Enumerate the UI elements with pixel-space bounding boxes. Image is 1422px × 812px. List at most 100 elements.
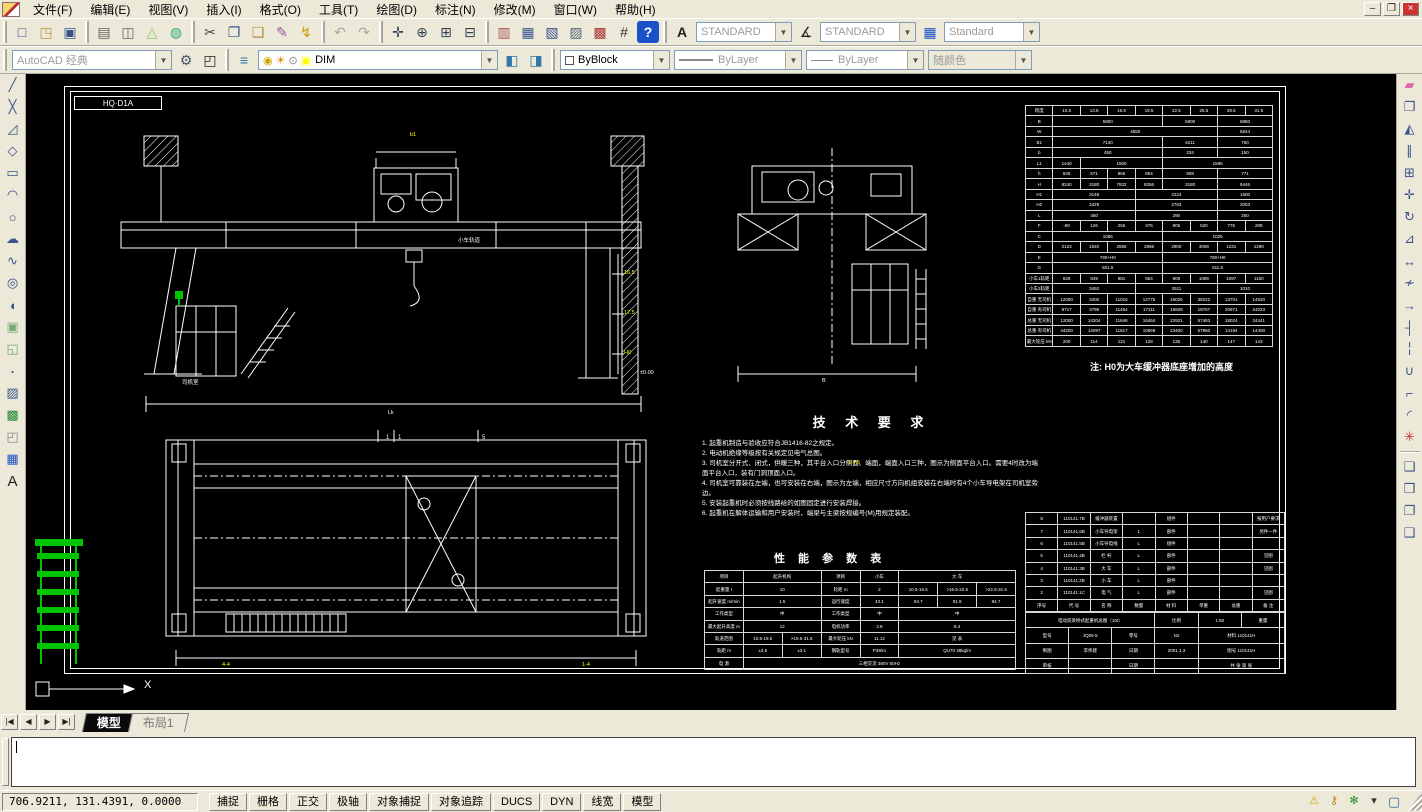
menu-insert[interactable]: 插入(I) bbox=[197, 0, 250, 19]
tab-nav-first[interactable]: |◀ bbox=[1, 714, 18, 730]
join-icon[interactable]: ∪ bbox=[1399, 360, 1421, 382]
otrack-toggle[interactable]: 对象追踪 bbox=[431, 793, 491, 811]
explode-icon[interactable]: ✳ bbox=[1399, 426, 1421, 448]
table-style-combo[interactable]: Standard▼ bbox=[944, 22, 1040, 42]
chevron-down-icon[interactable]: ▼ bbox=[907, 51, 923, 69]
chevron-down-icon[interactable]: ▼ bbox=[155, 51, 171, 69]
polar-toggle[interactable]: 极轴 bbox=[329, 793, 367, 811]
toolbar-grip[interactable] bbox=[225, 49, 229, 71]
menu-modify[interactable]: 修改(M) bbox=[485, 0, 545, 19]
pan-icon[interactable]: ✛ bbox=[387, 21, 409, 43]
polygon-icon[interactable]: ◇ bbox=[2, 140, 24, 162]
lock-icon[interactable]: ⚷ bbox=[1325, 794, 1343, 810]
tab-nav-last[interactable]: ▶| bbox=[58, 714, 75, 730]
trim-icon[interactable]: ≁ bbox=[1399, 272, 1421, 294]
annotation-visibility-icon[interactable]: ⚠ bbox=[1305, 794, 1323, 810]
extend-icon[interactable]: → bbox=[1399, 294, 1421, 316]
grid-toggle[interactable]: 栅格 bbox=[249, 793, 287, 811]
zoom-realtime-icon[interactable]: ⊕ bbox=[411, 21, 433, 43]
array-icon[interactable]: ⊞ bbox=[1399, 162, 1421, 184]
table-icon[interactable]: ▦ bbox=[2, 448, 24, 470]
menu-view[interactable]: 视图(V) bbox=[139, 0, 197, 19]
send-under-objects-icon[interactable]: ❑ bbox=[1399, 522, 1421, 544]
layer-lock-icon[interactable]: ⊙ bbox=[288, 54, 297, 67]
toolbar-grip[interactable] bbox=[321, 21, 325, 43]
help-icon[interactable]: ? bbox=[637, 21, 659, 43]
markup-set-icon[interactable]: ▩ bbox=[589, 21, 611, 43]
close-button[interactable]: × bbox=[1402, 2, 1419, 16]
minimize-button[interactable]: – bbox=[1364, 2, 1381, 16]
app-logo-icon[interactable] bbox=[2, 2, 20, 17]
revision-cloud-icon[interactable]: ☁ bbox=[2, 228, 24, 250]
menu-format[interactable]: 格式(O) bbox=[251, 0, 310, 19]
toolbar-grip[interactable] bbox=[485, 21, 489, 43]
mirror-icon[interactable]: ◭ bbox=[1399, 118, 1421, 140]
hatch-icon[interactable]: ▨ bbox=[2, 382, 24, 404]
layer-combo[interactable]: ◉ ☀ ⊙ ▣ DIM ▼ bbox=[258, 50, 498, 70]
menu-tools[interactable]: 工具(T) bbox=[310, 0, 367, 19]
cut-icon[interactable]: ✂ bbox=[199, 21, 221, 43]
window-resize-grip[interactable] bbox=[1408, 793, 1422, 811]
menu-dimension[interactable]: 标注(N) bbox=[426, 0, 485, 19]
insert-block-icon[interactable]: ▣ bbox=[2, 316, 24, 338]
status-menu-arrow-icon[interactable]: ▾ bbox=[1365, 794, 1383, 810]
annotation-autoscale-icon[interactable]: ✻ bbox=[1345, 794, 1363, 810]
text-style-combo[interactable]: STANDARD▼ bbox=[696, 22, 792, 42]
osnap-toggle[interactable]: 对象捕捉 bbox=[369, 793, 429, 811]
layer-on-icon[interactable]: ◉ bbox=[263, 54, 273, 67]
chevron-down-icon[interactable]: ▼ bbox=[899, 23, 915, 41]
block-editor-icon[interactable]: ↯ bbox=[295, 21, 317, 43]
plotstyle-combo[interactable]: 随颜色▼ bbox=[928, 50, 1032, 70]
toolbar-grip[interactable] bbox=[3, 21, 7, 43]
new-icon[interactable]: □ bbox=[11, 21, 33, 43]
layer-previous-icon[interactable]: ◨ bbox=[525, 49, 547, 71]
drawing-canvas[interactable]: HQ·D1A bbox=[26, 74, 1396, 710]
chevron-down-icon[interactable]: ▼ bbox=[481, 51, 497, 69]
erase-icon[interactable]: ▰ bbox=[1399, 74, 1421, 96]
zoom-window-icon[interactable]: ⊞ bbox=[435, 21, 457, 43]
ellipse-icon[interactable]: ◎ bbox=[2, 272, 24, 294]
paste-icon[interactable]: ❑ bbox=[247, 21, 269, 43]
command-input[interactable] bbox=[11, 737, 1416, 787]
toolbar-grip[interactable] bbox=[663, 21, 667, 43]
color-combo[interactable]: ByBlock▼ bbox=[560, 50, 670, 70]
lineweight-combo[interactable]: ByLayer▼ bbox=[806, 50, 924, 70]
break-at-point-icon[interactable]: ┤ bbox=[1399, 316, 1421, 338]
copy-icon[interactable]: ❐ bbox=[223, 21, 245, 43]
chevron-down-icon[interactable]: ▼ bbox=[1023, 23, 1039, 41]
layer-freeze-icon[interactable]: ☀ bbox=[276, 54, 286, 67]
construction-line-icon[interactable]: ╳ bbox=[2, 96, 24, 118]
model-toggle[interactable]: 模型 bbox=[623, 793, 661, 811]
arc-icon[interactable]: ◠ bbox=[2, 184, 24, 206]
spline-icon[interactable]: ∿ bbox=[2, 250, 24, 272]
menu-file[interactable]: 文件(F) bbox=[24, 0, 81, 19]
redo-icon[interactable]: ↷ bbox=[353, 21, 375, 43]
toolbar-grip[interactable] bbox=[551, 49, 555, 71]
gradient-icon[interactable]: ▩ bbox=[2, 404, 24, 426]
menu-draw[interactable]: 绘图(D) bbox=[367, 0, 426, 19]
rotate-icon[interactable]: ↻ bbox=[1399, 206, 1421, 228]
scale-icon[interactable]: ⊿ bbox=[1399, 228, 1421, 250]
my-workspace-icon[interactable]: ◰ bbox=[199, 49, 221, 71]
tab-nav-next[interactable]: ▶ bbox=[39, 714, 56, 730]
properties-icon[interactable]: ▥ bbox=[493, 21, 515, 43]
copy-object-icon[interactable]: ❐ bbox=[1399, 96, 1421, 118]
move-icon[interactable]: ✛ bbox=[1399, 184, 1421, 206]
region-icon[interactable]: ◰ bbox=[2, 426, 24, 448]
circle-icon[interactable]: ○ bbox=[2, 206, 24, 228]
plot-icon[interactable]: ▤ bbox=[93, 21, 115, 43]
ortho-toggle[interactable]: 正交 bbox=[289, 793, 327, 811]
workspace-combo[interactable]: AutoCAD 经典▼ bbox=[12, 50, 172, 70]
toolbar-grip[interactable] bbox=[191, 21, 195, 43]
bring-to-front-icon[interactable]: ❏ bbox=[1399, 456, 1421, 478]
chevron-down-icon[interactable]: ▼ bbox=[653, 51, 669, 69]
zoom-previous-icon[interactable]: ⊟ bbox=[459, 21, 481, 43]
chevron-down-icon[interactable]: ▼ bbox=[775, 23, 791, 41]
toolbar-grip[interactable] bbox=[85, 21, 89, 43]
make-object-layer-current-icon[interactable]: ◧ bbox=[501, 49, 523, 71]
toolbar-grip[interactable] bbox=[379, 21, 383, 43]
ducs-toggle[interactable]: DUCS bbox=[493, 793, 540, 811]
plot-preview-icon[interactable]: ◫ bbox=[117, 21, 139, 43]
point-icon[interactable]: · bbox=[2, 360, 24, 382]
dyn-toggle[interactable]: DYN bbox=[542, 793, 581, 811]
